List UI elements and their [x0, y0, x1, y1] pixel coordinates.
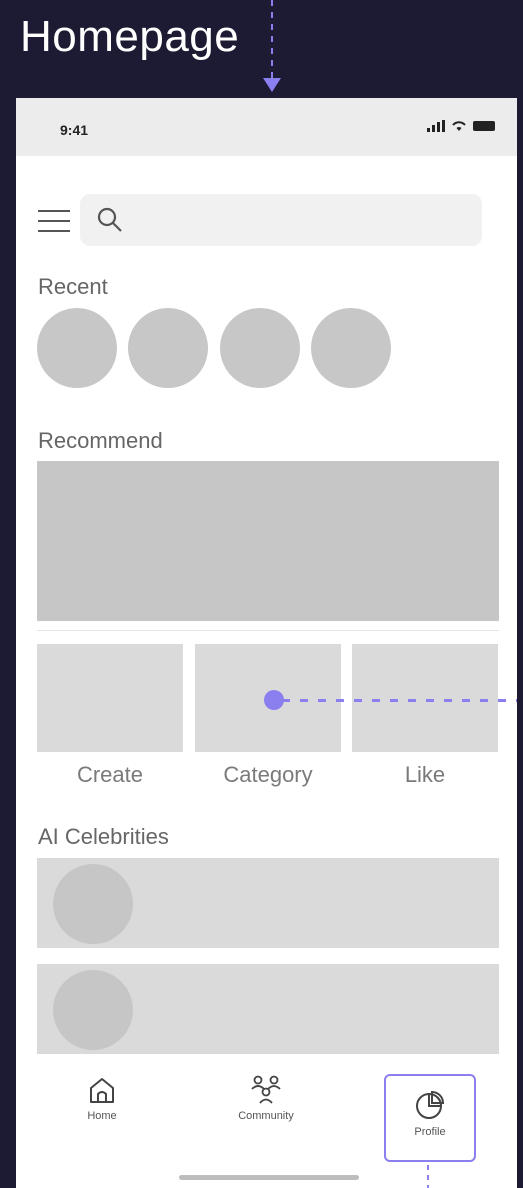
ai-celebrities-label: AI Celebrities	[38, 824, 169, 849]
recommend-banner[interactable]	[37, 461, 499, 621]
celebrity-card[interactable]	[37, 858, 499, 948]
home-indicator	[179, 1175, 359, 1180]
flow-connector-line	[271, 0, 273, 80]
avatar	[53, 864, 133, 944]
celebrity-card[interactable]	[37, 964, 499, 1054]
phone-screen: 9:41 Recent Recommend Create Category Li…	[16, 98, 517, 1188]
flow-connector-line	[282, 699, 517, 702]
status-bar: 9:41	[16, 98, 517, 156]
status-icons	[427, 120, 495, 132]
tab-community[interactable]: Community	[216, 1074, 316, 1122]
recent-item[interactable]	[128, 308, 208, 388]
tab-bar: Home Community Profile	[16, 1058, 517, 1188]
avatar	[53, 970, 133, 1050]
tab-home-label: Home	[87, 1110, 117, 1122]
menu-icon[interactable]	[38, 210, 70, 232]
recent-item[interactable]	[220, 308, 300, 388]
recent-item[interactable]	[37, 308, 117, 388]
tab-community-label: Community	[238, 1110, 294, 1122]
divider	[37, 630, 499, 631]
tab-home[interactable]: Home	[52, 1074, 152, 1122]
wifi-icon	[452, 121, 466, 131]
recent-label: Recent	[38, 274, 108, 299]
tab-profile[interactable]: Profile	[384, 1074, 476, 1162]
tab-profile-label: Profile	[414, 1126, 446, 1138]
signal-icon	[427, 120, 445, 132]
battery-icon	[473, 121, 495, 131]
like-tile[interactable]	[352, 644, 498, 752]
search-icon	[97, 207, 122, 232]
status-time: 9:41	[60, 122, 89, 138]
search-input[interactable]	[80, 194, 482, 246]
profile-icon	[416, 1090, 445, 1119]
create-tile[interactable]	[37, 644, 183, 752]
flow-connector-dot	[264, 690, 284, 710]
create-label: Create	[76, 762, 144, 787]
flow-connector-line	[427, 1165, 429, 1188]
category-label: Category	[223, 762, 313, 787]
community-icon	[251, 1075, 281, 1104]
flow-arrow-icon	[263, 78, 281, 92]
frame-title: Homepage	[20, 12, 240, 61]
like-label: Like	[404, 762, 446, 787]
home-icon	[90, 1078, 114, 1103]
recent-item[interactable]	[311, 308, 391, 388]
recommend-label: Recommend	[38, 428, 163, 453]
